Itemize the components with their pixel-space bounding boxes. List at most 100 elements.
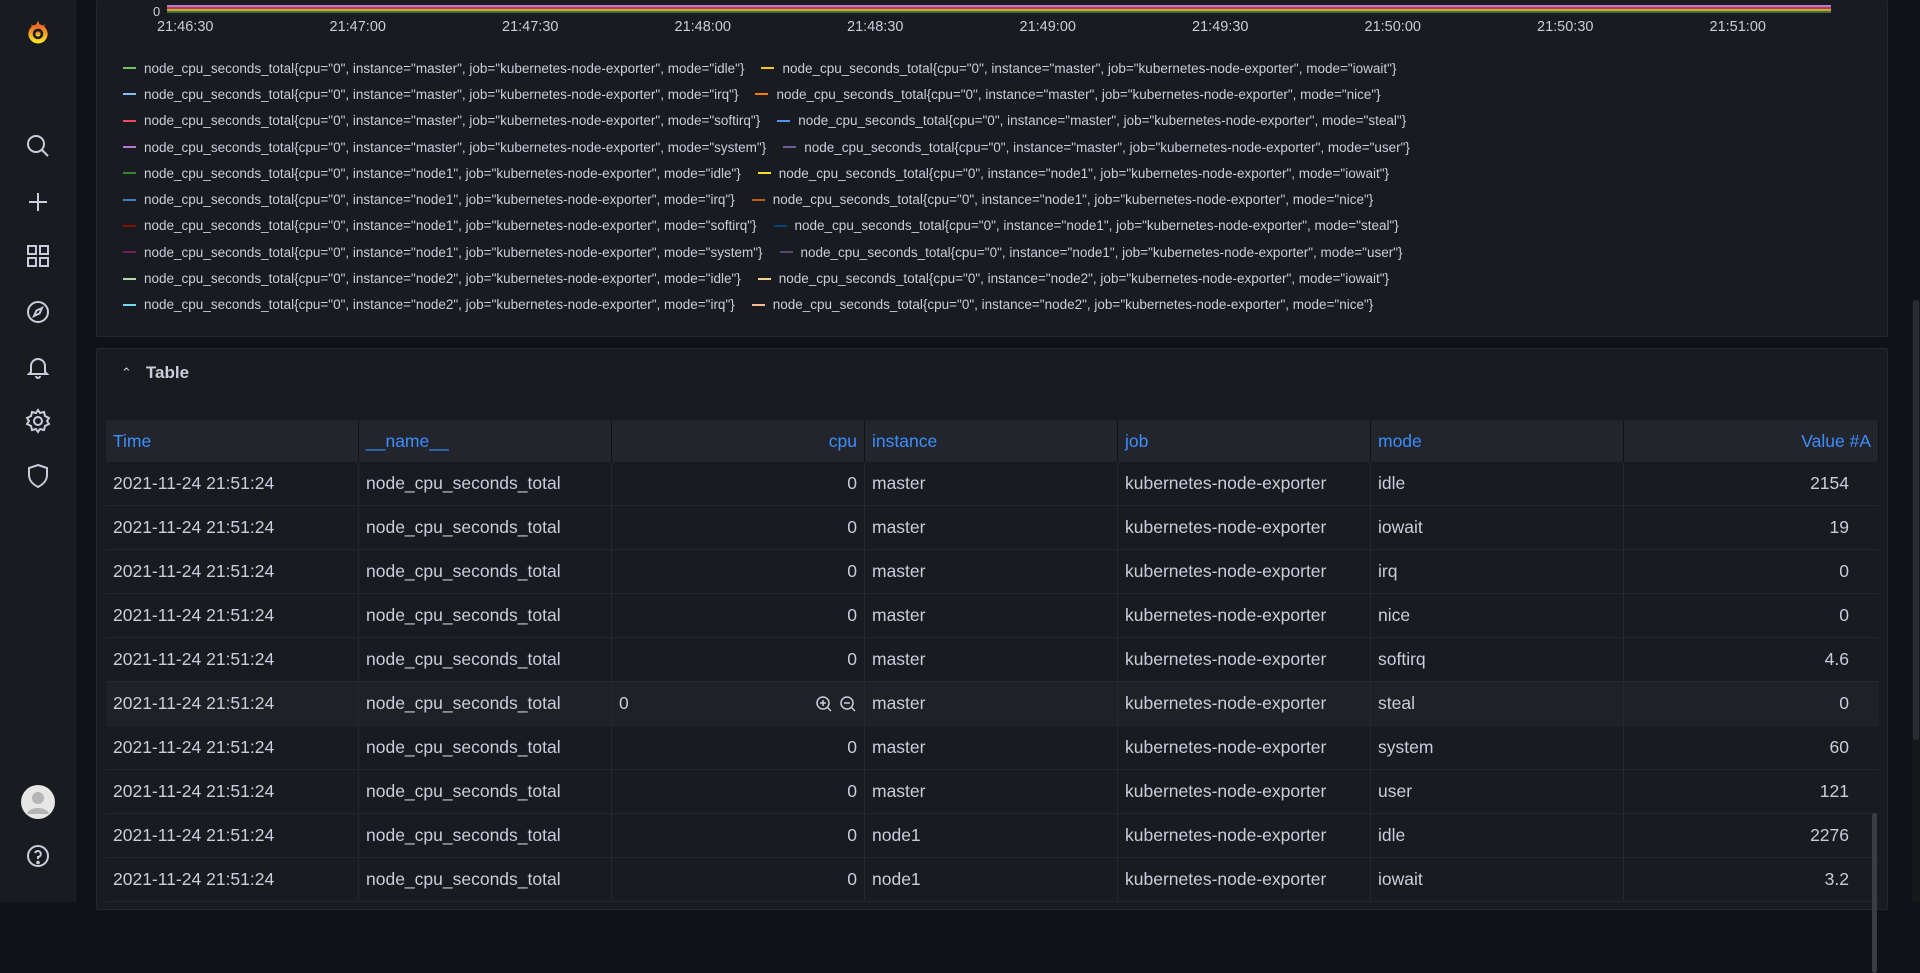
- table-cell: master: [865, 462, 1118, 505]
- legend-item[interactable]: node_cpu_seconds_total{cpu="0", instance…: [123, 245, 763, 260]
- table-cell: node_cpu_seconds_total: [359, 594, 612, 637]
- legend-item[interactable]: node_cpu_seconds_total{cpu="0", instance…: [751, 297, 1373, 312]
- cell-value: kubernetes-node-exporter: [1125, 517, 1327, 537]
- cell-value: softirq: [1378, 649, 1426, 669]
- cell-value: 2154: [1810, 473, 1849, 493]
- cell-value: iowait: [1378, 517, 1423, 537]
- cell-value: 2021-11-24 21:51:24: [113, 473, 275, 493]
- cell-value: node_cpu_seconds_total: [366, 649, 561, 669]
- x-axis-tick: 21:49:00: [1019, 19, 1076, 35]
- legend-item[interactable]: node_cpu_seconds_total{cpu="0", instance…: [123, 218, 757, 233]
- table-cell: kubernetes-node-exporter: [1118, 594, 1371, 637]
- cell-value: idle: [1378, 473, 1406, 493]
- cell-value: 0: [619, 693, 629, 713]
- cell-value: node1: [872, 869, 921, 889]
- cell-value: system: [1378, 737, 1434, 757]
- column-header[interactable]: job: [1118, 420, 1371, 462]
- grafana-logo-icon[interactable]: [20, 15, 56, 51]
- legend-item[interactable]: node_cpu_seconds_total{cpu="0", instance…: [779, 245, 1403, 260]
- graph-panel: 0 21:46:30 21:47:00 21:47:30 21:48:00 21:48:…: [96, 0, 1888, 337]
- legend-row: node_cpu_seconds_total{cpu="0", instance…: [123, 108, 1863, 134]
- cell-value: 4.6: [1824, 649, 1849, 669]
- legend-row: node_cpu_seconds_total{cpu="0", instance…: [123, 213, 1863, 239]
- x-axis-tick: 21:48:30: [847, 19, 904, 35]
- legend-label: node_cpu_seconds_total{cpu="0", instance…: [144, 86, 739, 102]
- avatar[interactable]: [20, 784, 56, 820]
- column-header[interactable]: instance: [865, 420, 1118, 462]
- page-scrollbar[interactable]: [1912, 300, 1920, 902]
- compass-icon[interactable]: [20, 294, 56, 330]
- cell-value: 2021-11-24 21:51:24: [113, 869, 275, 889]
- legend-item[interactable]: node_cpu_seconds_total{cpu="0", instance…: [761, 61, 1396, 76]
- cell-value: 2021-11-24 21:51:24: [113, 561, 275, 581]
- legend-item[interactable]: node_cpu_seconds_total{cpu="0", instance…: [777, 113, 1406, 128]
- dashboard-main: 0 21:46:30 21:47:00 21:47:30 21:48:00 21:48:…: [76, 0, 1920, 973]
- table-cell: master: [865, 638, 1118, 681]
- legend-item[interactable]: node_cpu_seconds_total{cpu="0", instance…: [773, 218, 1399, 233]
- legend-row: node_cpu_seconds_total{cpu="0", instance…: [123, 265, 1863, 291]
- legend-item[interactable]: node_cpu_seconds_total{cpu="0", instance…: [123, 192, 735, 207]
- legend-item[interactable]: node_cpu_seconds_total{cpu="0", instance…: [123, 297, 735, 312]
- plus-icon: [29, 193, 47, 211]
- cell-value: 60: [1829, 737, 1849, 757]
- page-scrollbar-thumb[interactable]: [1913, 300, 1919, 740]
- column-header[interactable]: Time: [106, 420, 359, 462]
- column-header[interactable]: cpu: [612, 420, 865, 462]
- graph-series-lines[interactable]: [167, 4, 1920, 14]
- search-icon: [27, 135, 49, 157]
- legend-item[interactable]: node_cpu_seconds_total{cpu="0", instance…: [757, 271, 1389, 286]
- table-cell: kubernetes-node-exporter: [1118, 638, 1371, 681]
- cell-value: 0: [847, 517, 857, 537]
- column-header[interactable]: Value #A: [1624, 420, 1879, 462]
- column-header[interactable]: __name__: [359, 420, 612, 462]
- table-cell: steal: [1371, 682, 1624, 725]
- legend-label: node_cpu_seconds_total{cpu="0", instance…: [778, 165, 1390, 181]
- table-cell: iowait: [1371, 506, 1624, 549]
- bell-icon[interactable]: [20, 349, 56, 385]
- table-cell: 0: [612, 594, 865, 637]
- table-row-header-toggle[interactable]: ⌃ Table: [97, 349, 1887, 397]
- gear-icon[interactable]: [20, 403, 56, 439]
- table-scrollbar[interactable]: [1872, 813, 1877, 973]
- table-cell: 2021-11-24 21:51:24: [106, 638, 359, 681]
- help-question-icon[interactable]: [20, 838, 56, 874]
- dashboards-grid-icon[interactable]: [20, 238, 56, 274]
- legend-item[interactable]: node_cpu_seconds_total{cpu="0", instance…: [755, 87, 1381, 102]
- cell-value: nice: [1378, 605, 1411, 625]
- legend-label: node_cpu_seconds_total{cpu="0", instance…: [144, 139, 767, 155]
- legend-item[interactable]: node_cpu_seconds_total{cpu="0", instance…: [123, 140, 766, 155]
- table-cell: 0: [1624, 682, 1879, 725]
- x-axis-tick: 21:48:00: [674, 19, 731, 35]
- legend-item[interactable]: node_cpu_seconds_total{cpu="0", instance…: [123, 61, 744, 76]
- table-cell: 2021-11-24 21:51:24: [106, 770, 359, 813]
- plus-icon[interactable]: [20, 184, 56, 220]
- cell-value: 2021-11-24 21:51:24: [113, 781, 275, 801]
- legend-item[interactable]: node_cpu_seconds_total{cpu="0", instance…: [751, 192, 1373, 207]
- cell-value: 121: [1819, 781, 1849, 801]
- compass-icon: [27, 301, 49, 323]
- table-row: 2021-11-24 21:51:24 node_cpu_seconds_tota…: [106, 594, 1879, 638]
- table-cell: kubernetes-node-exporter: [1118, 814, 1371, 857]
- table-cell: node_cpu_seconds_total: [359, 726, 612, 769]
- legend-swatch: [779, 251, 793, 254]
- legend-label: node_cpu_seconds_total{cpu="0", instance…: [144, 60, 745, 76]
- table-header-row: Time __name__ cpu instance job mode Value #A: [106, 420, 1879, 462]
- table-cell: node1: [865, 858, 1118, 901]
- shield-icon[interactable]: [20, 458, 56, 494]
- legend-label: node_cpu_seconds_total{cpu="0", instance…: [144, 113, 761, 129]
- y-axis-zero-label: 0: [153, 4, 161, 19]
- legend-item[interactable]: node_cpu_seconds_total{cpu="0", instance…: [123, 166, 741, 181]
- grafana-logo-icon: [28, 20, 48, 44]
- legend-item[interactable]: node_cpu_seconds_total{cpu="0", instance…: [757, 165, 1390, 181]
- legend-item[interactable]: node_cpu_seconds_total{cpu="0", instance…: [783, 140, 1410, 155]
- legend-label: node_cpu_seconds_total{cpu="0", instance…: [804, 139, 1410, 155]
- legend-item[interactable]: node_cpu_seconds_total{cpu="0", instance…: [123, 87, 738, 102]
- cell-value: 0: [847, 605, 857, 625]
- search-icon[interactable]: [20, 128, 56, 164]
- column-header[interactable]: mode: [1371, 420, 1624, 462]
- legend-item[interactable]: node_cpu_seconds_total{cpu="0", instance…: [123, 113, 760, 128]
- zoom-in-icon[interactable]: [815, 695, 833, 713]
- table-cell: 2021-11-24 21:51:24: [106, 858, 359, 901]
- zoom-out-icon[interactable]: [839, 695, 857, 713]
- legend-item[interactable]: node_cpu_seconds_total{cpu="0", instance…: [123, 271, 741, 286]
